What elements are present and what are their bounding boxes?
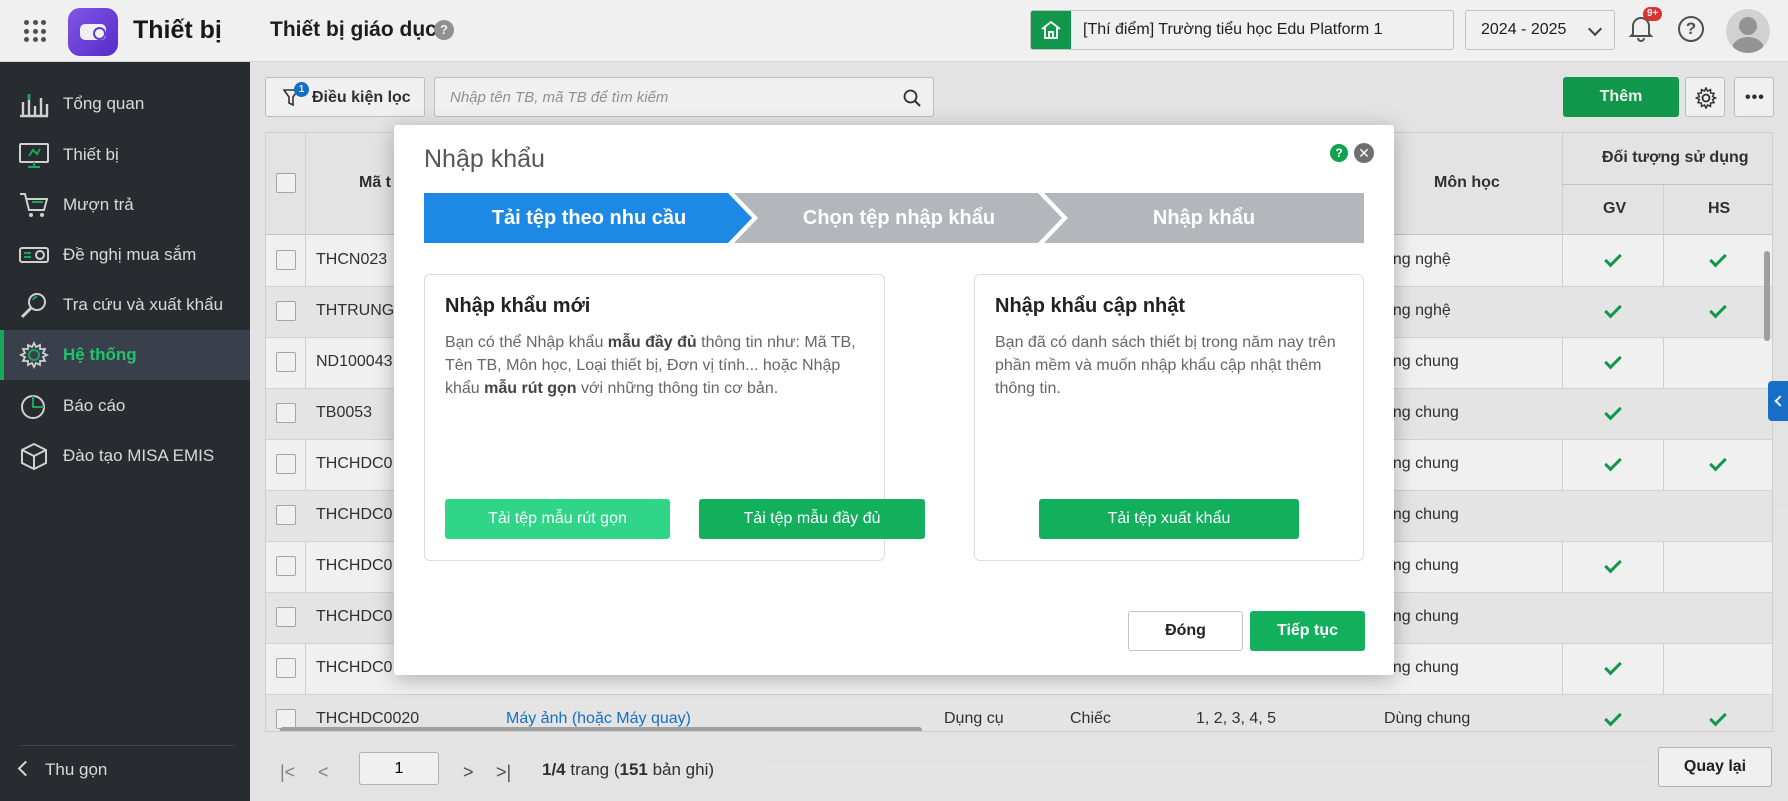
card-title: Nhập khẩu mới [445, 295, 591, 317]
import-dialog: Nhập khẩu ? ✕ Tải tệp theo nhu cầu Chọn … [394, 125, 1394, 675]
download-full-template-button[interactable]: Tải tệp mẫu đầy đủ [699, 499, 925, 539]
card-new-import: Nhập khẩu mới Bạn có thể Nhập khẩu mẫu đ… [424, 274, 925, 561]
step-choose-file: Chọn tệp nhập khẩu [734, 193, 1064, 243]
card-description: Bạn đã có danh sách thiết bị trong năm n… [995, 334, 1336, 397]
download-export-file-button[interactable]: Tải tệp xuất khẩu [1039, 499, 1299, 539]
close-icon[interactable]: ✕ [1354, 143, 1374, 163]
close-button[interactable]: Đóng [1128, 611, 1243, 651]
step-download-template: Tải tệp theo nhu cầu [424, 193, 754, 243]
import-steps: Tải tệp theo nhu cầu Chọn tệp nhập khẩu … [424, 193, 1364, 243]
card-title: Nhập khẩu cập nhật [995, 295, 1186, 317]
card-update-import: Nhập khẩu cập nhật Bạn đã có danh sách t… [974, 274, 1364, 561]
help-icon[interactable]: ? [1330, 144, 1348, 162]
step-import: Nhập khẩu [1044, 193, 1364, 243]
download-short-template-button[interactable]: Tải tệp mẫu rút gọn [445, 499, 670, 539]
continue-button[interactable]: Tiếp tục [1250, 611, 1365, 651]
dialog-title: Nhập khẩu [424, 145, 545, 173]
card-description: Bạn có thể Nhập khẩu mẫu đầy đủ thông ti… [445, 334, 856, 397]
